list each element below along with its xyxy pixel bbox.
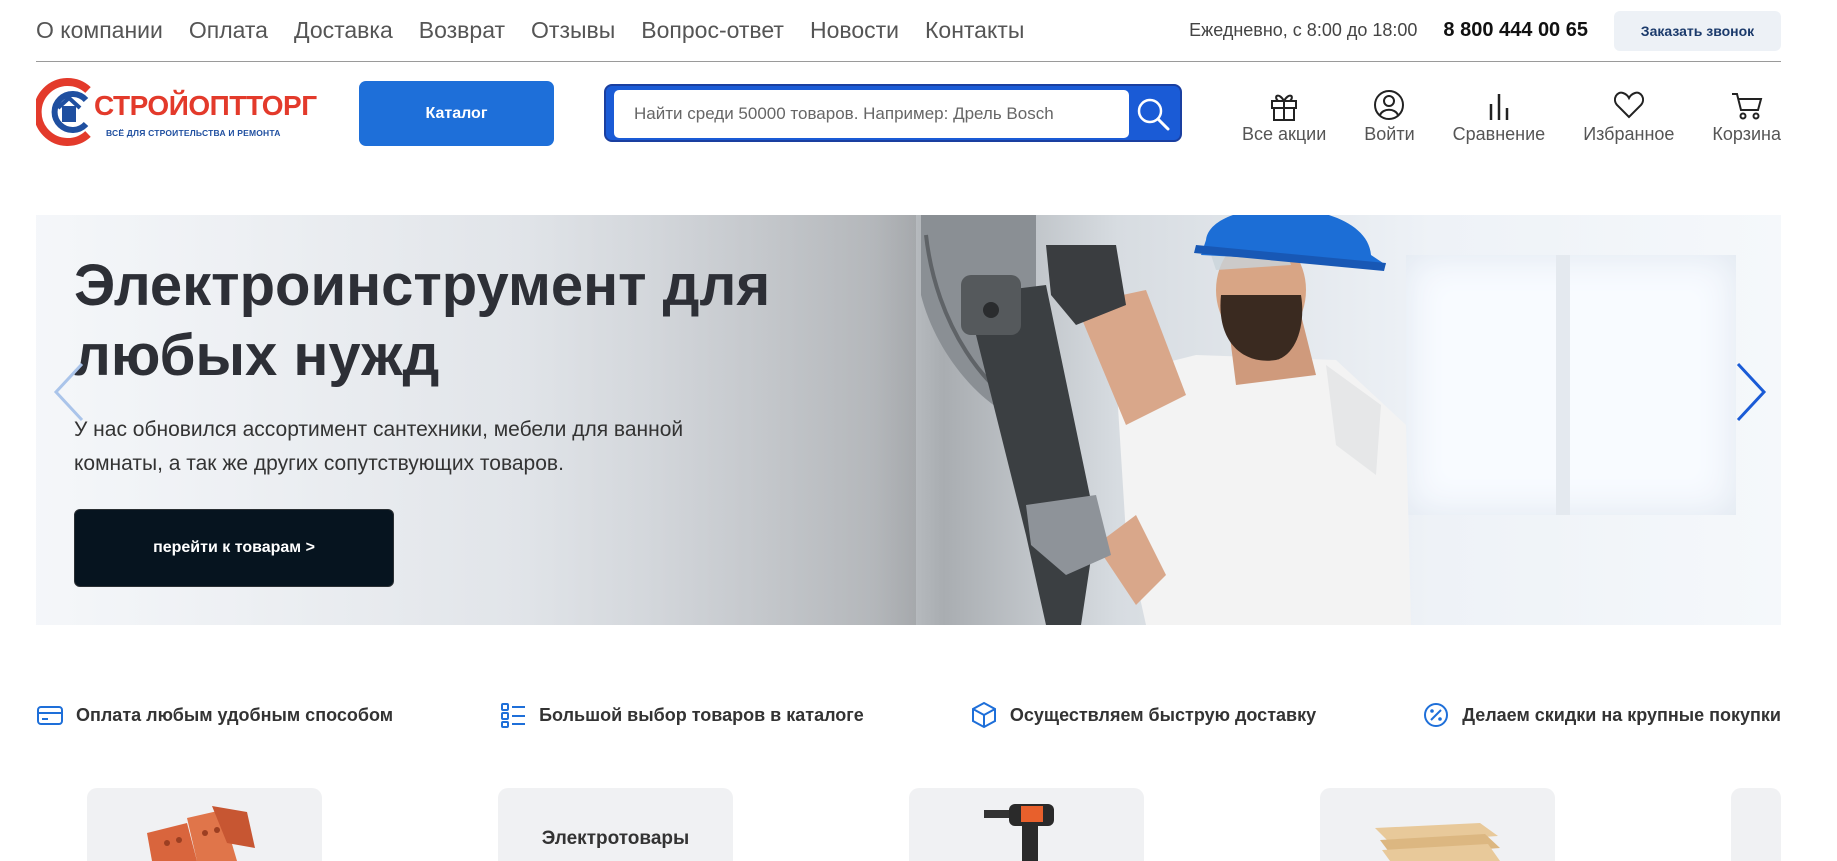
banner-text: У нас обновился ассортимент сантехники, … <box>74 418 684 475</box>
search-input[interactable] <box>614 90 1129 138</box>
callback-button[interactable]: Заказать звонок <box>1614 10 1781 51</box>
topnav-link-faq[interactable]: Вопрос-ответ <box>641 17 784 44</box>
cart-label: Корзина <box>1712 124 1781 144</box>
phone-number[interactable]: 8 800 444 00 65 <box>1443 19 1588 42</box>
list-icon <box>501 703 526 728</box>
logo[interactable]: СТРОЙОПТТОРГ ВСЁ ДЛЯ СТРОИТЕЛЬСТВА И РЕМ… <box>36 76 326 148</box>
topnav-link-reviews[interactable]: Отзывы <box>531 17 615 44</box>
favorites-label: Избранное <box>1583 124 1675 144</box>
feature-selection: Большой выбор товаров в каталоге <box>499 700 864 730</box>
topnav-link-contacts[interactable]: Контакты <box>925 17 1024 44</box>
header: СТРОЙОПТТОРГ ВСЁ ДЛЯ СТРОИТЕЛЬСТВА И РЕМ… <box>36 70 1781 160</box>
drill-icon <box>984 804 1054 861</box>
chevron-left-icon[interactable] <box>48 360 88 424</box>
search-bar <box>604 84 1182 142</box>
card-icon <box>37 706 63 725</box>
topnav-link-return[interactable]: Возврат <box>419 17 505 44</box>
top-nav: О компании Оплата Доставка Возврат Отзыв… <box>36 17 1050 44</box>
topnav-link-delivery[interactable]: Доставка <box>294 17 393 44</box>
heart-icon <box>1613 91 1644 119</box>
logo-name: СТРОЙОПТТОРГ <box>94 90 317 121</box>
features-row: Оплата любым удобным способом Большой вы… <box>36 700 1781 730</box>
feature-payment: Оплата любым удобным способом <box>36 700 393 730</box>
login-link[interactable]: Войти <box>1364 88 1415 145</box>
topnav-link-about[interactable]: О компании <box>36 17 163 44</box>
compare-link[interactable]: Сравнение <box>1452 88 1546 145</box>
category-tile-electrical[interactable]: Электротовары <box>498 788 733 861</box>
compare-label: Сравнение <box>1452 124 1546 144</box>
contact-block: Ежедневно, с 8:00 до 18:00 8 800 444 00 … <box>1189 10 1781 51</box>
logo-tagline: ВСЁ ДЛЯ СТРОИТЕЛЬСТВА И РЕМОНТА <box>106 128 281 138</box>
top-bar: О компании Оплата Доставка Возврат Отзыв… <box>36 0 1781 62</box>
topnav-link-payment[interactable]: Оплата <box>189 17 268 44</box>
feature-delivery-label: Осуществляем быструю доставку <box>1009 704 1317 725</box>
box-icon <box>971 701 996 729</box>
feature-discount: Делаем скидки на крупные покупки <box>1422 700 1781 730</box>
go-to-products-button[interactable]: перейти к товарам > <box>74 509 394 587</box>
gift-icon <box>1271 94 1298 121</box>
favorites-link[interactable]: Избранное <box>1583 88 1674 145</box>
cart-icon <box>1731 93 1763 120</box>
feature-discount-label: Делаем скидки на крупные покупки <box>1462 704 1781 725</box>
feature-selection-label: Большой выбор товаров в каталоге <box>539 704 864 725</box>
catalog-button[interactable]: Каталог <box>359 81 554 146</box>
search-icon[interactable] <box>1136 97 1170 131</box>
compare-icon <box>1489 94 1509 120</box>
working-hours: Ежедневно, с 8:00 до 18:00 <box>1189 20 1418 40</box>
category-tile-partial[interactable] <box>1731 788 1781 861</box>
category-tile-lumber[interactable] <box>1320 788 1555 861</box>
promotions-link[interactable]: Все акции <box>1242 88 1326 145</box>
chevron-right-icon[interactable] <box>1732 360 1772 424</box>
brick-icon <box>147 806 255 861</box>
lumber-icon <box>1375 823 1500 861</box>
category-tile-tools[interactable] <box>909 788 1144 861</box>
category-tile-bricks[interactable] <box>87 788 322 861</box>
promotions-label: Все акции <box>1241 124 1327 144</box>
percent-icon <box>1424 703 1449 727</box>
category-label: Электротовары <box>541 828 690 849</box>
header-actions: Все акции Войти Сравнение Избранное Корз… <box>1242 88 1781 145</box>
hero-banner: Электроинструмент для любых нужд У нас о… <box>36 215 1781 625</box>
login-label: Войти <box>1364 124 1415 144</box>
cart-link[interactable]: Корзина <box>1712 88 1781 145</box>
feature-payment-label: Оплата любым удобным способом <box>76 704 394 725</box>
topnav-link-news[interactable]: Новости <box>810 17 899 44</box>
user-icon <box>1374 90 1405 120</box>
banner-title: Электроинструмент для любых нужд <box>74 253 771 388</box>
feature-delivery: Осуществляем быструю доставку <box>970 700 1316 730</box>
